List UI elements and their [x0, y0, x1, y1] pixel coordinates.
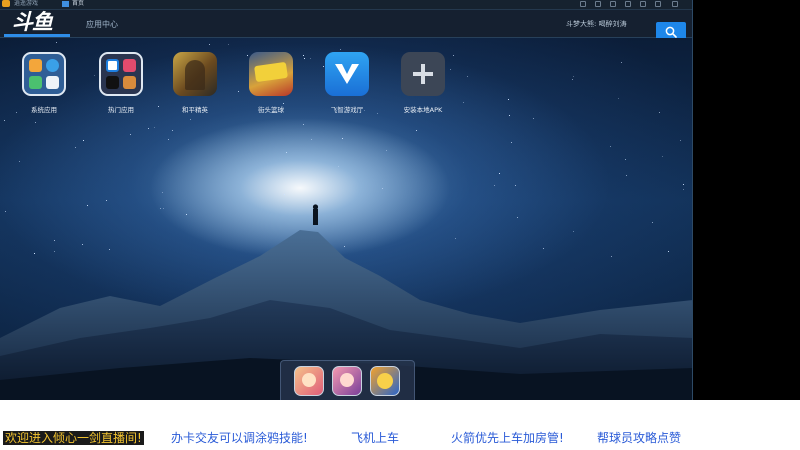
menu-icon[interactable] [595, 1, 601, 7]
tab-app-center[interactable]: 应用中心 [86, 19, 118, 31]
tab-home[interactable]: 首页 [72, 0, 84, 8]
app-label: 飞智游戏厅 [330, 106, 364, 114]
dock-game-3-icon[interactable] [370, 366, 400, 396]
title-bar: 逍遥游戏 首页 [0, 0, 693, 10]
ticker-item: 帮球员攻略点赞 [597, 431, 682, 445]
search-icon [665, 26, 677, 38]
douyu-logo: 斗鱼 [12, 10, 53, 34]
dock-game-2-icon[interactable] [332, 366, 362, 396]
app-street-basketball[interactable]: 街头篮球 [233, 52, 309, 122]
ticker-item: 办卡交友可以调涂鸦技能! [171, 431, 308, 445]
app-install-local-apk[interactable]: 安装本地APK [385, 52, 461, 122]
ticker-item: 飞机上车 [351, 431, 400, 445]
emulator-window: 逍遥游戏 首页 斗鱼 应用中心 斗梦大熊: 喝醉刘涛 系统应用 热门应用 和平精… [0, 0, 693, 400]
feizhi-game-hall-icon [325, 52, 369, 96]
app-system-apps[interactable]: 系统应用 [6, 52, 82, 122]
user-label: 斗梦大熊: 喝醉刘涛 [566, 20, 627, 28]
peace-elite-game-icon [173, 52, 217, 96]
ticker-item: 欢迎进入倾心一剑直播间! [3, 431, 144, 445]
ticker-item: 火箭优先上车加房管! [451, 431, 564, 445]
app-label: 安装本地APK [403, 106, 443, 114]
skin-icon[interactable] [580, 1, 586, 7]
app-label: 系统应用 [31, 106, 57, 114]
active-tab-indicator [4, 34, 70, 37]
top-bar: 斗鱼 应用中心 斗梦大熊: 喝醉刘涛 [0, 10, 693, 42]
app-label: 热门应用 [108, 106, 134, 114]
chat-ticker: 欢迎进入倾心一剑直播间! 办卡交友可以调涂鸦技能! 飞机上车 火箭优先上车加房管… [0, 400, 800, 450]
system-apps-folder-icon [22, 52, 66, 96]
settings-icon[interactable] [610, 1, 616, 7]
app-logo-icon [2, 0, 10, 7]
add-plus-icon [401, 52, 445, 96]
window-border [692, 0, 693, 400]
dock-game-1-icon[interactable] [294, 366, 324, 396]
street-basketball-game-icon [249, 52, 293, 96]
restore-icon[interactable] [655, 1, 661, 7]
person-silhouette [312, 204, 319, 225]
app-popular-apps[interactable]: 热门应用 [83, 52, 159, 122]
app-peace-elite[interactable]: 和平精英 [157, 52, 233, 122]
app-feizhi-game-hall[interactable]: 飞智游戏厅 [309, 52, 385, 122]
app-label: 和平精英 [182, 106, 208, 114]
app-label: 街头篮球 [258, 106, 284, 114]
popular-apps-folder-icon [99, 52, 143, 96]
close-icon[interactable] [672, 1, 678, 7]
dock-bar [280, 360, 415, 400]
app-title: 逍遥游戏 [14, 0, 39, 7]
home-tab-icon [62, 1, 69, 7]
minimize-icon[interactable] [625, 1, 631, 7]
android-desktop: 系统应用 热门应用 和平精英 街头篮球 飞智游戏厅 安装本地APK [0, 38, 693, 400]
maximize-icon[interactable] [640, 1, 646, 7]
